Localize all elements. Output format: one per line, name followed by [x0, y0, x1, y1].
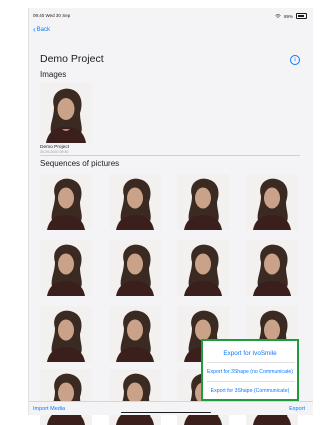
info-icon[interactable]: i	[290, 55, 300, 65]
sequence-thumbnail[interactable]	[109, 306, 161, 362]
export-3shape-no-communicate-option[interactable]: Export for 3Shape (no Communicate)	[203, 369, 297, 375]
export-button[interactable]: Export	[289, 406, 305, 412]
app-window: 09:40 Wed 30 Sep 89% ‹ Back Demo Project…	[28, 8, 313, 425]
sequence-thumbnail[interactable]	[40, 174, 92, 230]
portrait-photo	[40, 240, 92, 296]
sequence-thumbnail[interactable]	[177, 240, 229, 296]
portrait-photo	[40, 83, 92, 143]
section-divider	[40, 155, 300, 156]
sequence-thumbnail[interactable]	[246, 174, 298, 230]
portrait-photo	[40, 174, 92, 230]
portrait-photo	[109, 306, 161, 362]
export-menu-divider	[207, 381, 295, 382]
portrait-photo	[177, 174, 229, 230]
sequence-thumbnail[interactable]	[109, 369, 161, 425]
portrait-photo	[109, 240, 161, 296]
sequence-thumbnail[interactable]	[246, 240, 298, 296]
battery-percent: 89%	[283, 13, 293, 19]
battery-icon	[296, 13, 307, 19]
image-caption: Demo Project 30-09-2020 09:40	[40, 145, 69, 154]
sequences-section-label: Sequences of pictures	[40, 159, 120, 168]
portrait-photo	[40, 306, 92, 362]
portrait-photo	[109, 369, 161, 425]
export-3shape-communicate-option[interactable]: Export for 3Shape (Communicate)	[203, 388, 297, 394]
image-date: 30-09-2020 09:40	[40, 150, 69, 154]
sequence-thumbnail[interactable]	[40, 240, 92, 296]
bottom-toolbar: Import Media Export	[29, 401, 313, 415]
wifi-icon	[275, 14, 281, 18]
home-indicator	[121, 411, 211, 413]
export-menu-divider	[207, 362, 295, 363]
portrait-photo	[177, 240, 229, 296]
portrait-photo	[246, 240, 298, 296]
page-title: Demo Project	[40, 53, 104, 65]
image-thumbnail[interactable]	[40, 83, 92, 143]
sequence-thumbnail[interactable]	[40, 369, 92, 425]
status-indicators: 89%	[275, 13, 307, 19]
back-button[interactable]: ‹ Back	[33, 25, 50, 35]
back-label: Back	[36, 27, 51, 33]
portrait-photo	[40, 369, 92, 425]
sequence-thumbnail[interactable]	[40, 306, 92, 362]
chevron-left-icon: ‹	[33, 25, 36, 34]
sequence-thumbnail[interactable]	[109, 240, 161, 296]
images-section-label: Images	[40, 70, 67, 79]
status-bar: 09:40 Wed 30 Sep 89%	[29, 8, 313, 22]
status-time: 09:40 Wed 30 Sep	[33, 13, 71, 18]
sequence-thumbnail[interactable]	[177, 174, 229, 230]
portrait-photo	[109, 174, 161, 230]
import-media-button[interactable]: Import Media	[33, 406, 65, 412]
sequence-thumbnail[interactable]	[109, 174, 161, 230]
portrait-photo	[246, 174, 298, 230]
export-menu: Export for IvoSmile Export for 3Shape (n…	[201, 339, 299, 401]
export-ivosmile-option[interactable]: Export for IvoSmile	[203, 350, 297, 357]
